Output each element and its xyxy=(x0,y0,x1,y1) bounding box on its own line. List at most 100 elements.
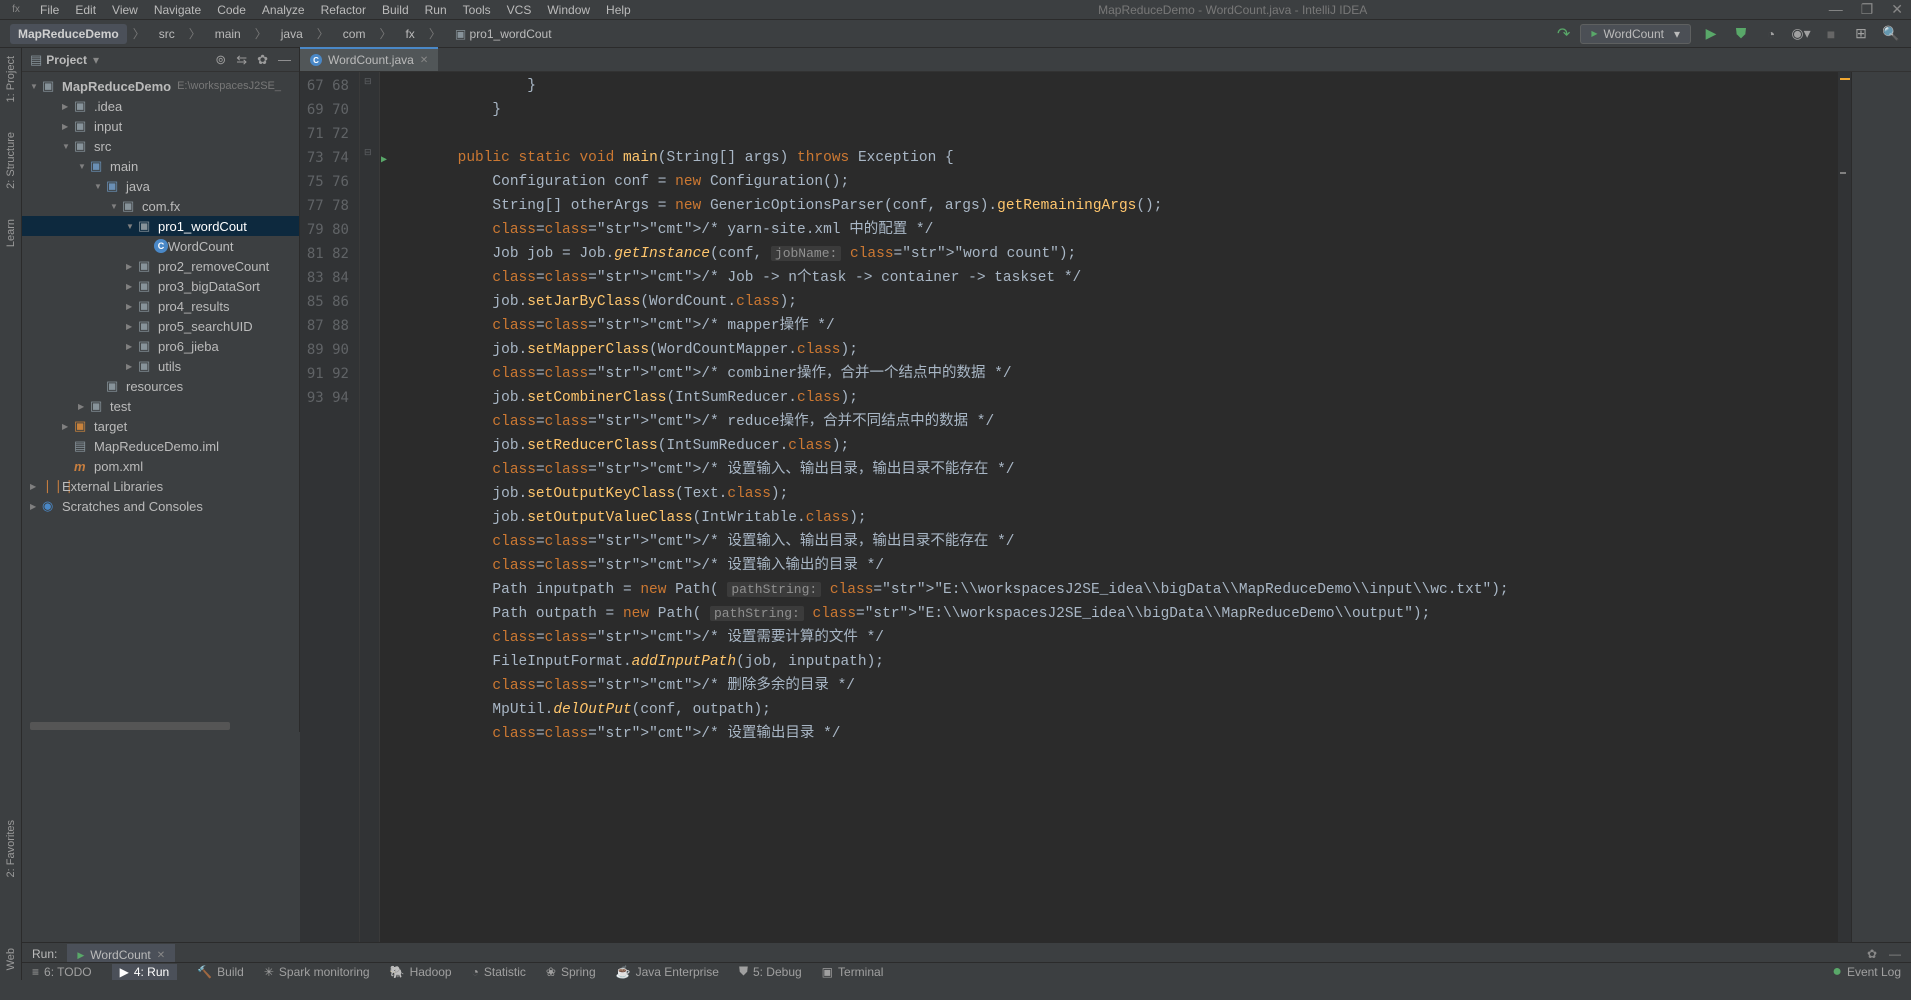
tree-node-resources[interactable]: ▣resources xyxy=(22,376,299,396)
tree-node-target[interactable]: ▶▣target xyxy=(22,416,299,436)
bottom-statistic[interactable]: ◔ Statistic xyxy=(472,965,526,979)
menu-run[interactable]: Run xyxy=(419,2,453,18)
project-tree[interactable]: ▼▣ MapReduceDemo E:\workspacesJ2SE_ ▶▣.i… xyxy=(22,72,299,520)
maximize-button[interactable]: ❐ xyxy=(1861,1,1874,18)
editor-area: C WordCount.java ✕ 67 68 69 70 71 72 73 … xyxy=(300,48,1911,942)
bottom-todo[interactable]: ≡ 6: TODO xyxy=(32,965,92,979)
tree-scratches[interactable]: ▶◉Scratches and Consoles xyxy=(22,496,299,516)
bc-com[interactable]: com xyxy=(335,24,374,44)
strip-project[interactable]: 1: Project xyxy=(5,56,17,102)
bottom-terminal[interactable]: ▣ Terminal xyxy=(822,965,884,979)
strip-structure[interactable]: 2: Structure xyxy=(5,132,17,189)
bottom-hadoop[interactable]: 🐘 Hadoop xyxy=(390,965,452,979)
editor-overview-ruler[interactable] xyxy=(1837,72,1851,942)
strip-learn[interactable]: Learn xyxy=(5,219,17,247)
app-icon: fx xyxy=(8,2,24,18)
tree-node-pro5_searchUID[interactable]: ▶▣pro5_searchUID xyxy=(22,316,299,336)
close-tab-icon[interactable]: ✕ xyxy=(420,55,428,66)
tree-node-pro2_removeCount[interactable]: ▶▣pro2_removeCount xyxy=(22,256,299,276)
strip-favorites[interactable]: 2: Favorites xyxy=(5,820,17,877)
project-panel-title[interactable]: Project xyxy=(46,53,87,67)
run-tab-wordcount[interactable]: ▶ WordCount ✕ xyxy=(67,944,175,964)
project-view-dropdown[interactable]: ▾ xyxy=(93,53,99,67)
strip-web[interactable]: Web xyxy=(5,948,17,970)
tree-node-src[interactable]: ▼▣src xyxy=(22,136,299,156)
tree-external-libs[interactable]: ▶❘❘❘External Libraries xyxy=(22,476,299,496)
line-gutter[interactable]: 67 68 69 70 71 72 73 74 75 76 77 78 79 8… xyxy=(300,72,360,942)
bottom-java-ee[interactable]: ☕ Java Enterprise xyxy=(616,965,719,979)
bottom-debug[interactable]: ⛊ 5: Debug xyxy=(739,964,802,979)
project-hscroll[interactable] xyxy=(30,722,230,730)
folder-icon: ▣ xyxy=(138,298,154,314)
bottom-run[interactable]: ▶ 4: Run xyxy=(112,964,178,980)
tree-node-java[interactable]: ▼▣java xyxy=(22,176,299,196)
run-line-marker-icon[interactable]: ▶ xyxy=(381,148,387,172)
coverage-button[interactable]: ◔ xyxy=(1761,24,1781,44)
tree-node--idea[interactable]: ▶▣.idea xyxy=(22,96,299,116)
folder-icon: ▣ xyxy=(74,138,90,154)
folder-icon: ▣ xyxy=(90,158,106,174)
menu-code[interactable]: Code xyxy=(211,2,252,18)
menu-vcs[interactable]: VCS xyxy=(501,2,538,18)
menu-build[interactable]: Build xyxy=(376,2,415,18)
bc-java[interactable]: java xyxy=(273,24,311,44)
search-button[interactable]: 🔍 xyxy=(1881,24,1901,44)
folder-icon: ▣ xyxy=(106,378,122,394)
run-hide-icon[interactable]: — xyxy=(1889,947,1901,961)
stop-button[interactable]: ■ xyxy=(1821,24,1841,44)
bc-pkg[interactable]: ▣ pro1_wordCout xyxy=(447,24,560,44)
bc-fx[interactable]: fx xyxy=(397,24,422,44)
menu-file[interactable]: File xyxy=(34,2,65,18)
project-panel-header: ▤ Project ▾ ⊚ ⇆ ✿ — xyxy=(22,48,299,72)
back-arrow-icon[interactable]: ↶ xyxy=(1557,24,1570,44)
profile-button[interactable]: ◉▾ xyxy=(1791,24,1811,44)
run-button[interactable]: ▶ xyxy=(1701,24,1721,44)
tree-node-pom-xml[interactable]: mpom.xml xyxy=(22,456,299,476)
menu-edit[interactable]: Edit xyxy=(69,2,102,18)
hide-panel-icon[interactable]: — xyxy=(278,52,291,68)
folder-icon: ▣ xyxy=(138,358,154,374)
vcs-button[interactable]: ⊞ xyxy=(1851,24,1871,44)
minimize-button[interactable]: — xyxy=(1829,1,1843,18)
close-run-tab-icon[interactable]: ✕ xyxy=(157,950,165,961)
expand-all-icon[interactable]: ⇆ xyxy=(236,52,247,68)
tree-node-MapReduceDemo-iml[interactable]: ▤MapReduceDemo.iml xyxy=(22,436,299,456)
editor-tab-wordcount[interactable]: C WordCount.java ✕ xyxy=(300,47,438,71)
bc-main[interactable]: main xyxy=(207,24,249,44)
menu-refactor[interactable]: Refactor xyxy=(315,2,372,18)
menu-help[interactable]: Help xyxy=(600,2,637,18)
select-opened-file-icon[interactable]: ⊚ xyxy=(215,52,226,68)
bc-project[interactable]: MapReduceDemo xyxy=(10,24,127,44)
tree-node-pro6_jieba[interactable]: ▶▣pro6_jieba xyxy=(22,336,299,356)
menu-window[interactable]: Window xyxy=(541,2,596,18)
run-settings-icon[interactable]: ✿ xyxy=(1867,947,1877,961)
tree-root[interactable]: ▼▣ MapReduceDemo E:\workspacesJ2SE_ xyxy=(22,76,299,96)
bottom-spring[interactable]: ❀ Spring xyxy=(546,965,596,979)
tree-node-pro4_results[interactable]: ▶▣pro4_results xyxy=(22,296,299,316)
settings-icon[interactable]: ✿ xyxy=(257,52,268,68)
debug-button[interactable]: ⛊ xyxy=(1731,24,1751,44)
tree-node-WordCount[interactable]: CWordCount xyxy=(22,236,299,256)
close-button[interactable]: ✕ xyxy=(1891,1,1903,18)
tree-node-input[interactable]: ▶▣input xyxy=(22,116,299,136)
event-log[interactable]: ● Event Log xyxy=(1832,963,1901,981)
menu-tools[interactable]: Tools xyxy=(457,2,497,18)
tree-node-pro1_wordCout[interactable]: ▼▣pro1_wordCout xyxy=(22,216,299,236)
tree-node-test[interactable]: ▶▣test xyxy=(22,396,299,416)
menu-view[interactable]: View xyxy=(106,2,144,18)
fold-column[interactable]: ⊟ ⊟ xyxy=(360,72,380,942)
tree-node-pro3_bigDataSort[interactable]: ▶▣pro3_bigDataSort xyxy=(22,276,299,296)
bc-src[interactable]: src xyxy=(151,24,183,44)
menu-navigate[interactable]: Navigate xyxy=(148,2,207,18)
folder-icon: ▣ xyxy=(90,398,106,414)
run-config-selector[interactable]: WordCount xyxy=(1580,24,1691,44)
editor-minimap[interactable] xyxy=(1851,72,1911,942)
tree-node-utils[interactable]: ▶▣utils xyxy=(22,356,299,376)
tree-node-main[interactable]: ▼▣main xyxy=(22,156,299,176)
bottom-spark[interactable]: ✳ Spark monitoring xyxy=(264,965,370,979)
code-editor[interactable]: } } public static void main(String[] arg… xyxy=(380,72,1837,942)
tree-node-com-fx[interactable]: ▼▣com.fx xyxy=(22,196,299,216)
folder-icon: ▣ xyxy=(74,98,90,114)
menu-analyze[interactable]: Analyze xyxy=(256,2,311,18)
bottom-build[interactable]: 🔨 Build xyxy=(197,965,244,979)
